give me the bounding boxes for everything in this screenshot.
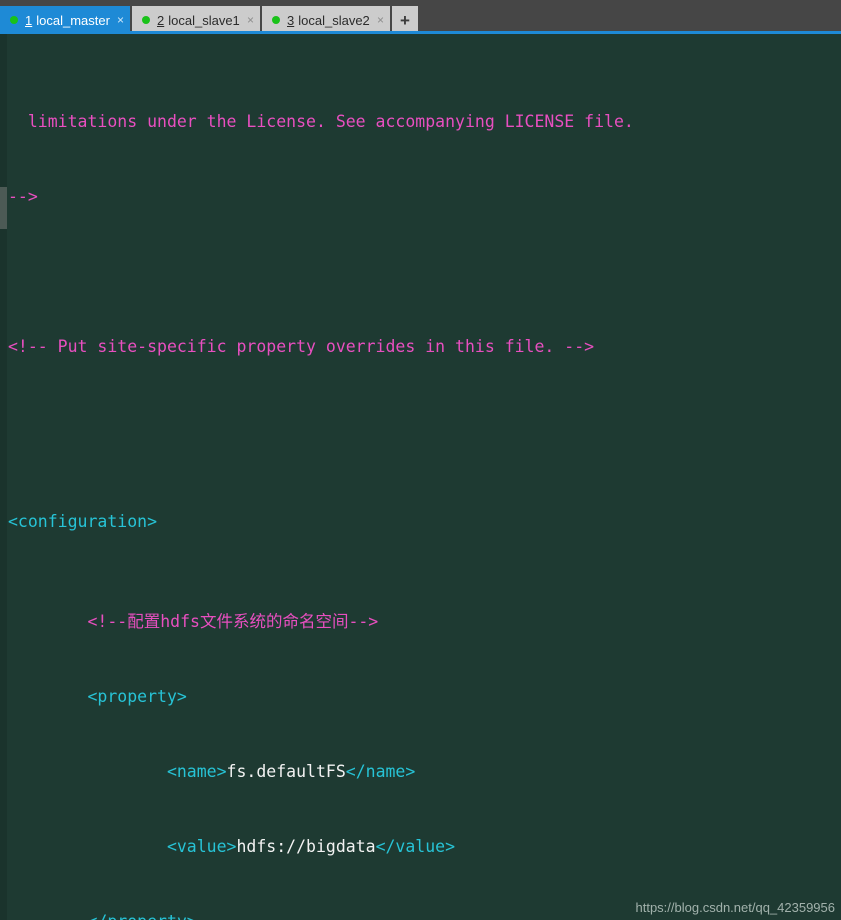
close-icon[interactable]: × (247, 13, 254, 27)
code-line: <!--配置hdfs文件系统的命名空间--> (0, 609, 841, 634)
code-line: <configuration> (0, 509, 841, 534)
code-line: --> (0, 184, 841, 209)
code-line: limitations under the License. See accom… (0, 109, 841, 134)
tab-status-dot-icon (142, 16, 150, 24)
code-line: <property> (0, 684, 841, 709)
tab-index: 3 (287, 12, 295, 28)
xml-tag: <property> (8, 687, 187, 706)
watermark-url: https://blog.csdn.net/qq_42359956 (635, 900, 836, 915)
code-line: <name>fs.defaultFS</name> (0, 759, 841, 784)
xml-text: fs.defaultFS (226, 762, 346, 781)
comment-text: --> (8, 187, 38, 206)
comment-text: <!--配置hdfs文件系统的命名空间--> (8, 612, 379, 631)
xml-tag: </value> (375, 837, 456, 856)
close-icon[interactable]: × (117, 13, 124, 27)
xml-tag: <name> (8, 762, 227, 781)
editor-content[interactable]: limitations under the License. See accom… (0, 34, 841, 920)
tab-index: 2 (157, 12, 165, 28)
tab-label: local_slave1 (168, 12, 240, 28)
xml-tag: <configuration> (8, 512, 158, 531)
tab-label: local_slave2 (298, 12, 370, 28)
tab-status-dot-icon (272, 16, 280, 24)
new-tab-button[interactable]: + (392, 6, 418, 34)
tab-local-master[interactable]: 1 local_master × (0, 6, 130, 34)
comment-text: limitations under the License. See accom… (8, 112, 634, 131)
code-line: <value>hdfs://bigdata</value> (0, 834, 841, 859)
code-line: <!-- Put site-specific property override… (0, 334, 841, 359)
tab-label: local_master (36, 12, 110, 28)
xml-tag: <value> (8, 837, 237, 856)
tab-bar: 1 local_master × 2 local_slave1 × 3 loca… (0, 0, 841, 34)
terminal-pane[interactable]: limitations under the License. See accom… (0, 34, 841, 920)
tab-index: 1 (25, 12, 33, 28)
xml-tag: </name> (345, 762, 416, 781)
xml-text: hdfs://bigdata (236, 837, 376, 856)
comment-text: <!-- Put site-specific property override… (8, 337, 595, 356)
tab-status-dot-icon (10, 16, 18, 24)
tab-local-slave1[interactable]: 2 local_slave1 × (132, 6, 260, 34)
tab-local-slave2[interactable]: 3 local_slave2 × (262, 6, 390, 34)
close-icon[interactable]: × (377, 13, 384, 27)
